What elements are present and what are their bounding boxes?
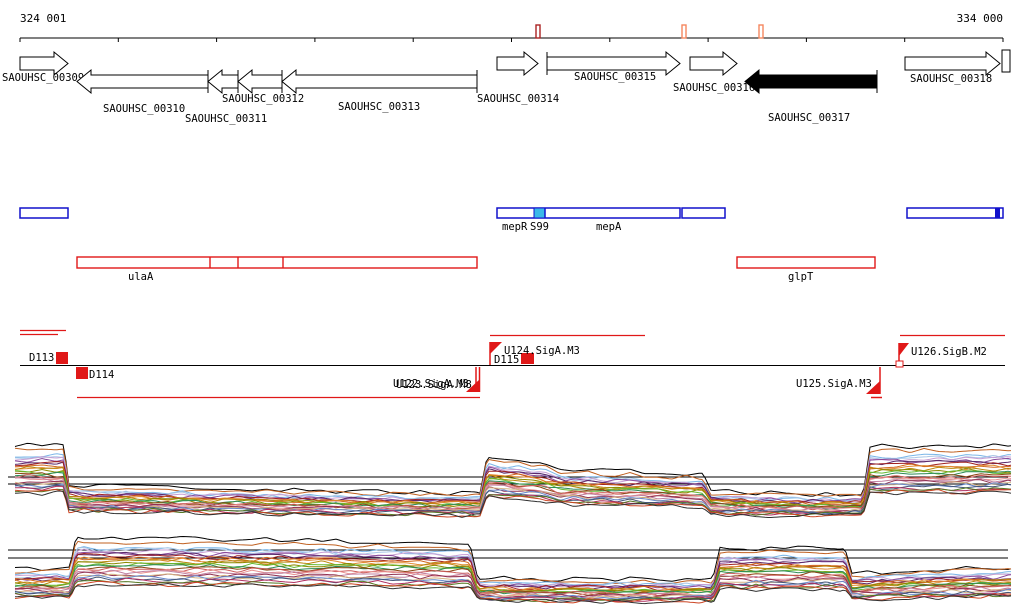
operon-solid-segment <box>995 208 1000 218</box>
tss-label-U124.SigA.M3: U124.SigA.M3 <box>504 345 580 357</box>
feature-label: glpT <box>788 271 814 283</box>
gene-label: SAOUHSC_00309 <box>2 72 84 84</box>
gene-label: SAOUHSC_00313 <box>338 101 420 113</box>
operon-highlight-segment[interactable] <box>533 207 546 219</box>
terminator-mark[interactable] <box>535 24 541 39</box>
gene-partial-box[interactable] <box>1001 49 1011 73</box>
gene-label: SAOUHSC_00318 <box>910 73 992 85</box>
gene-arrow-SAOUHSC_00314[interactable] <box>496 50 539 77</box>
gene-arrow-SAOUHSC_00316[interactable] <box>689 50 738 77</box>
genome-browser-view: 324 001 334 000 SAOUHSC_00309 SAOUHSC_003… <box>0 0 1024 611</box>
gene-arrow-SAOUHSC_00312[interactable] <box>237 68 283 95</box>
operon-track: mepR S99 mepA <box>19 207 1004 233</box>
gene-arrow-SAOUHSC_00313[interactable] <box>281 68 478 95</box>
ruler-track <box>19 24 1004 42</box>
gene-arrow-SAOUHSC_00311[interactable] <box>207 68 239 95</box>
gene-label: SAOUHSC_00310 <box>103 103 185 115</box>
genome-browser-svg: 324 001 334 000 SAOUHSC_00309SAOUHSC_003… <box>2 12 1012 605</box>
operon-label: mepR <box>502 221 528 233</box>
operon-box[interactable] <box>19 207 69 219</box>
gene-label: SAOUHSC_00312 <box>222 93 304 105</box>
feature-track: ulaA glpT <box>76 256 876 283</box>
tss-label-D113: D113 <box>29 352 54 364</box>
terminator-mark[interactable] <box>681 24 687 39</box>
gene-label: SAOUHSC_00317 <box>768 112 850 124</box>
ruler-end-coordinate: 334 000 <box>957 12 1003 25</box>
terminator-square-D113[interactable] <box>56 352 68 364</box>
operon-box[interactable] <box>681 207 726 219</box>
expression-panel-upper <box>8 442 1012 518</box>
gene-arrow-SAOUHSC_00317[interactable] <box>744 68 878 95</box>
tss-flag-U126.SigB.M2[interactable] <box>899 343 909 356</box>
expression-panel-lower <box>8 535 1012 605</box>
operon-box[interactable] <box>906 207 1004 219</box>
gene-label: SAOUHSC_00316 <box>673 82 755 94</box>
terminator-square-D114[interactable] <box>76 367 88 379</box>
tss-label-D114: D114 <box>89 369 114 381</box>
ruler-start-coordinate: 324 001 <box>20 12 66 25</box>
gene-label: SAOUHSC_00314 <box>477 93 559 105</box>
operon-label: mepA <box>596 221 622 233</box>
expression-panels <box>8 442 1012 605</box>
feature-box-glpT[interactable] <box>736 256 876 269</box>
feature-box-ulaA[interactable] <box>76 256 478 269</box>
expression-profile-line <box>14 562 1012 594</box>
gene-label: SAOUHSC_00315 <box>574 71 656 83</box>
terminator-mark[interactable] <box>758 24 764 39</box>
tss-label-U123.SigA.M8: U123.SigA.M8 <box>396 379 472 391</box>
gene-arrow-SAOUHSC_00310[interactable] <box>76 68 209 95</box>
feature-label: ulaA <box>128 271 154 283</box>
tss-flag-U124.SigA.M3[interactable] <box>490 342 502 354</box>
operon-box[interactable] <box>496 207 681 219</box>
tss-label-U125.SigA.M3: U125.SigA.M3 <box>796 378 872 390</box>
gene-track: SAOUHSC_00309 SAOUHSC_00310SAOUHSC_00311 S… <box>2 49 1011 125</box>
tss-open-square <box>895 360 904 368</box>
tss-label-U126.SigB.M2: U126.SigB.M2 <box>911 346 987 358</box>
tss-terminator-track: D113D114D115U122.SigA.M3U123.SigA.M8U124… <box>20 329 1005 399</box>
operon-label: S99 <box>530 221 549 233</box>
gene-arrow-SAOUHSC_00318[interactable] <box>904 50 1001 77</box>
gene-label: SAOUHSC_00311 <box>185 113 267 125</box>
